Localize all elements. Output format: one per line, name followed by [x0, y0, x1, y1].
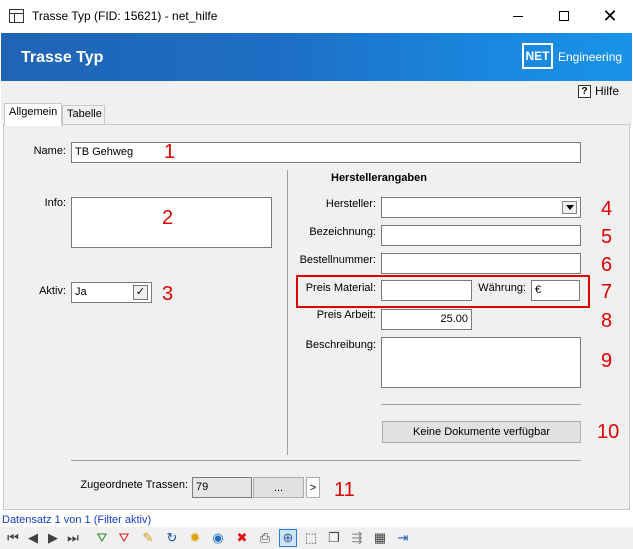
tab-tabelle[interactable]: Tabelle [62, 105, 105, 125]
edit-pencil-icon[interactable]: ✎ [139, 529, 157, 547]
annotation-11: 11 [334, 479, 355, 501]
select-icon[interactable]: ⬚ [302, 529, 320, 547]
aktiv-select[interactable]: Ja ✓ [71, 282, 152, 303]
bottom-separator-line [71, 460, 581, 461]
hersteller-section-title: Herstellerangaben [331, 172, 427, 184]
next-button[interactable]: > [306, 477, 320, 498]
dropdown-button[interactable] [562, 201, 577, 214]
documents-button[interactable]: Keine Dokumente verfügbar [382, 421, 581, 443]
tab-allgemein[interactable]: Allgemein [4, 103, 62, 126]
close-icon: ✕ [602, 6, 618, 26]
info-label: Info: [44, 197, 66, 209]
last-record-icon[interactable]: ⏭ [64, 529, 82, 547]
minimize-icon [513, 15, 523, 17]
chevron-down-icon [565, 205, 574, 210]
new-record-icon[interactable]: ✹ [186, 529, 204, 547]
print-icon[interactable]: ⎙ [256, 529, 274, 547]
beschreibung-label: Beschreibung: [305, 339, 376, 351]
copy-icon[interactable]: ❐ [325, 529, 343, 547]
help-bar: ? Hilfe [1, 81, 632, 103]
annotation-5: 5 [601, 226, 613, 248]
close-button[interactable]: ✕ [587, 0, 633, 32]
record-status: Datensatz 1 von 1 (Filter aktiv) [2, 514, 152, 526]
help-label: Hilfe [595, 84, 620, 98]
help-button[interactable]: ? Hilfe [578, 84, 619, 98]
annotation-9: 9 [601, 350, 613, 372]
form-title: Trasse Typ [21, 49, 104, 66]
separator-line [381, 404, 581, 405]
previous-record-icon[interactable]: ◀ [24, 529, 42, 547]
navigation-toolbar: ⏮ ◀ ▶ ⏭ ⛛ ⛛ ✎ ↻ ✹ ◉ ✖ ⎙ ⊕ ⬚ ❐ ⇶ ▦ ⇥ [0, 527, 633, 549]
filter-add-icon[interactable]: ⛛ [93, 529, 111, 547]
app-table-icon [9, 9, 24, 23]
hersteller-label: Hersteller: [325, 198, 376, 210]
hersteller-dropdown[interactable] [381, 197, 581, 218]
logo-text: Engineering [558, 50, 623, 64]
name-label: Name: [33, 145, 66, 157]
help-icon: ? [578, 84, 591, 98]
delete-icon[interactable]: ✖ [233, 529, 251, 547]
aktiv-value: Ja [75, 286, 87, 298]
preis-material-label: Preis Material: [305, 282, 376, 294]
annotation-4: 4 [601, 198, 613, 220]
maximize-icon [559, 11, 569, 21]
preis-arbeit-field[interactable]: 25.00 [381, 309, 472, 330]
annotation-1: 1 [164, 141, 176, 163]
bestellnummer-field[interactable] [381, 253, 581, 274]
aktiv-label: Aktiv: [39, 285, 66, 297]
bestellnummer-label: Bestellnummer: [299, 254, 376, 266]
checkmark-icon[interactable]: ✓ [133, 285, 148, 300]
waehrung-field[interactable]: € [531, 280, 580, 301]
net-logo: NET [522, 43, 553, 69]
annotation-2: 2 [162, 207, 174, 229]
next-record-icon[interactable]: ▶ [44, 529, 62, 547]
globe-icon[interactable]: ◉ [209, 529, 227, 547]
exit-icon[interactable]: ⇥ [394, 529, 412, 547]
annotation-3: 3 [162, 283, 174, 305]
window-title: Trasse Typ (FID: 15621) - net_hilfe [32, 9, 218, 23]
preis-material-field[interactable] [381, 280, 472, 301]
column-divider [287, 170, 288, 455]
ellipsis-button[interactable]: ... [253, 477, 304, 498]
annotation-6: 6 [601, 254, 613, 276]
title-bar: Trasse Typ (FID: 15621) - net_hilfe ✕ [0, 0, 633, 32]
annotation-7: 7 [601, 281, 613, 303]
annotation-10: 10 [597, 421, 620, 443]
bezeichnung-label: Bezeichnung: [309, 226, 376, 238]
first-record-icon[interactable]: ⏮ [4, 529, 22, 547]
bezeichnung-field[interactable] [381, 225, 581, 246]
annotation-8: 8 [601, 310, 613, 332]
beschreibung-field[interactable] [381, 337, 581, 388]
header-banner: Trasse Typ NET Engineering [1, 33, 632, 81]
name-field[interactable]: TB Gehweg [71, 142, 581, 163]
minimize-button[interactable] [495, 0, 541, 32]
tab-strip: Allgemein Tabelle [1, 103, 632, 126]
zugeordnete-label: Zugeordnete Trassen: [80, 479, 188, 491]
table-icon[interactable]: ▦ [371, 529, 389, 547]
link-icon[interactable]: ⇶ [348, 529, 366, 547]
zugeordnete-field[interactable]: 79 [192, 477, 252, 498]
waehrung-label: Währung: [478, 282, 526, 294]
refresh-icon[interactable]: ↻ [163, 529, 181, 547]
zoom-icon[interactable]: ⊕ [279, 529, 297, 547]
preis-arbeit-label: Preis Arbeit: [316, 309, 376, 321]
maximize-button[interactable] [541, 0, 587, 32]
filter-remove-icon[interactable]: ⛛ [115, 529, 133, 547]
